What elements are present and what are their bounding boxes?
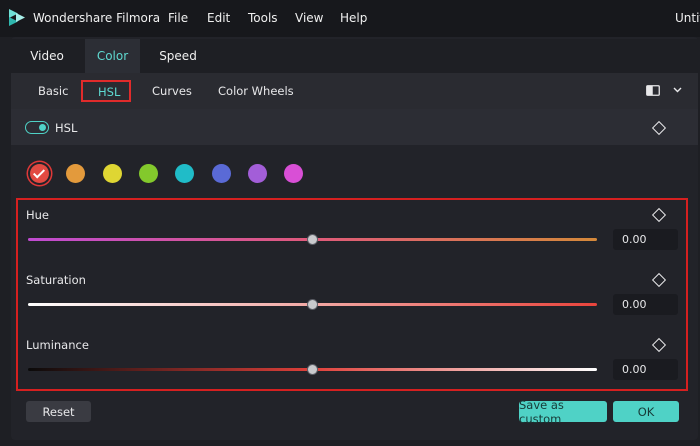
- hue-value-field[interactable]: 0.00: [613, 229, 678, 250]
- swatch-green[interactable]: [139, 164, 158, 183]
- luminance-value-field[interactable]: 0.00: [613, 359, 678, 380]
- menu-tools[interactable]: Tools: [248, 11, 278, 25]
- swatch-purple[interactable]: [248, 164, 267, 183]
- swatch-red[interactable]: [30, 164, 49, 183]
- tab-video[interactable]: Video: [21, 39, 73, 73]
- document-title: Untitled: [675, 11, 700, 25]
- saturation-value-field[interactable]: 0.00: [613, 294, 678, 315]
- hsl-section-label: HSL: [55, 121, 78, 135]
- tab-speed[interactable]: Speed: [150, 39, 206, 73]
- saturation-label: Saturation: [26, 273, 86, 287]
- subtab-hsl-label: HSL: [98, 85, 121, 99]
- hue-value: 0.00: [622, 233, 647, 246]
- sliders-highlight: [16, 198, 688, 391]
- menu-file[interactable]: File: [168, 11, 188, 25]
- compare-view-icon[interactable]: [646, 85, 660, 96]
- swatch-blue[interactable]: [212, 164, 231, 183]
- subtab-basic[interactable]: Basic: [38, 84, 68, 98]
- hsl-toggle[interactable]: [25, 121, 49, 134]
- subtab-hsl[interactable]: HSL: [81, 80, 131, 102]
- hue-label: Hue: [26, 208, 50, 222]
- menu-help[interactable]: Help: [340, 11, 367, 25]
- luminance-slider-knob[interactable]: [307, 364, 318, 375]
- menu-view[interactable]: View: [295, 11, 323, 25]
- swatch-cyan[interactable]: [175, 164, 194, 183]
- chevron-down-icon[interactable]: [673, 87, 682, 93]
- swatch-yellow[interactable]: [103, 164, 122, 183]
- luminance-label: Luminance: [26, 338, 89, 352]
- subtab-color-wheels[interactable]: Color Wheels: [218, 84, 294, 98]
- luminance-value: 0.00: [622, 363, 647, 376]
- saturation-slider-knob[interactable]: [307, 299, 318, 310]
- swatch-orange[interactable]: [66, 164, 85, 183]
- saturation-value: 0.00: [622, 298, 647, 311]
- swatch-magenta[interactable]: [284, 164, 303, 183]
- menu-edit[interactable]: Edit: [207, 11, 230, 25]
- filmora-logo-icon: [9, 9, 25, 26]
- save-as-custom-button[interactable]: Save as custom: [519, 398, 607, 426]
- app-name: Wondershare Filmora: [33, 11, 161, 25]
- reset-button[interactable]: Reset: [26, 401, 91, 422]
- hsl-header: [11, 109, 698, 145]
- hue-slider-knob[interactable]: [307, 234, 318, 245]
- subtab-curves[interactable]: Curves: [152, 84, 192, 98]
- tab-color[interactable]: Color: [85, 39, 140, 73]
- title-bar: Wondershare Filmora File Edit Tools View…: [0, 0, 700, 37]
- ok-button[interactable]: OK: [613, 401, 679, 422]
